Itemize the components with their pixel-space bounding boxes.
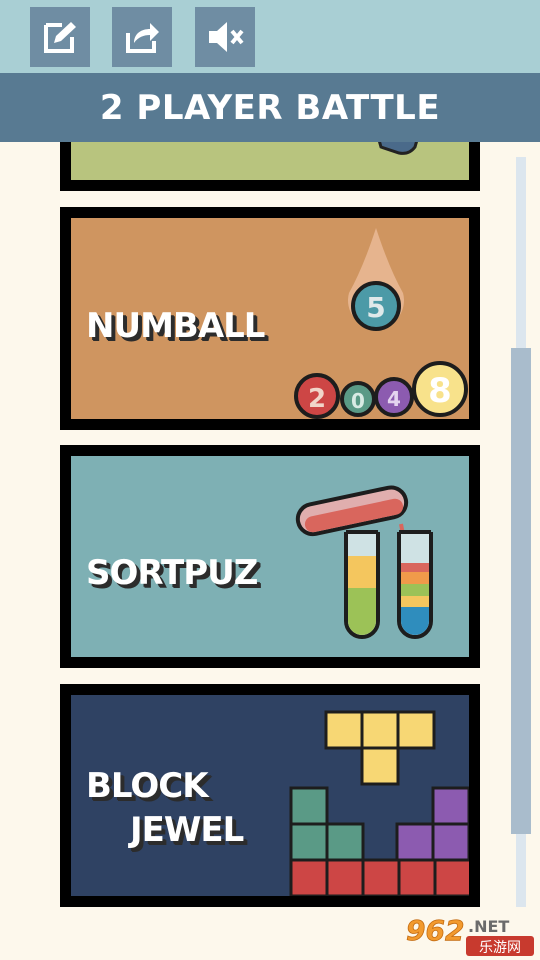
sortpuz-art: [295, 485, 433, 639]
ball-2: 2: [308, 384, 326, 414]
ball-4: 4: [387, 387, 401, 411]
game-list[interactable]: NUMBALL 5 2 0 4 8 SORTPUZ BLOCK JEWEL: [0, 142, 540, 960]
page-title: 2 PLAYER BATTLE: [99, 87, 441, 128]
game-card-sortpuz[interactable]: SORTPUZ: [60, 445, 480, 668]
share-icon: [126, 23, 159, 53]
watermark-brand: 962: [406, 914, 464, 947]
mute-button[interactable]: [195, 7, 255, 67]
watermark-subtitle: 乐游网: [479, 940, 521, 956]
game-card-block-jewel[interactable]: BLOCK JEWEL: [60, 684, 480, 907]
watermark-logo: 962 .NET 乐游网: [400, 910, 540, 960]
edit-button[interactable]: [30, 7, 90, 67]
title-bar: 2 PLAYER BATTLE: [0, 73, 540, 142]
game-art-fragment: [378, 142, 418, 155]
edit-icon: [44, 22, 76, 53]
game-card-partial[interactable]: [60, 142, 480, 191]
block-jewel-art: [289, 710, 469, 896]
mute-icon: [209, 22, 244, 52]
watermark-suffix: .NET: [468, 917, 509, 936]
game-card-numball[interactable]: NUMBALL 5 2 0 4 8: [60, 207, 480, 430]
numball-art: 5 2 0 4 8: [294, 228, 468, 419]
share-button[interactable]: [112, 7, 172, 67]
top-toolbar: [0, 0, 540, 73]
ball-8: 8: [428, 371, 452, 411]
ball-0: 0: [351, 389, 365, 413]
scrollbar-thumb[interactable]: [511, 348, 531, 834]
ball-5: 5: [366, 291, 385, 324]
